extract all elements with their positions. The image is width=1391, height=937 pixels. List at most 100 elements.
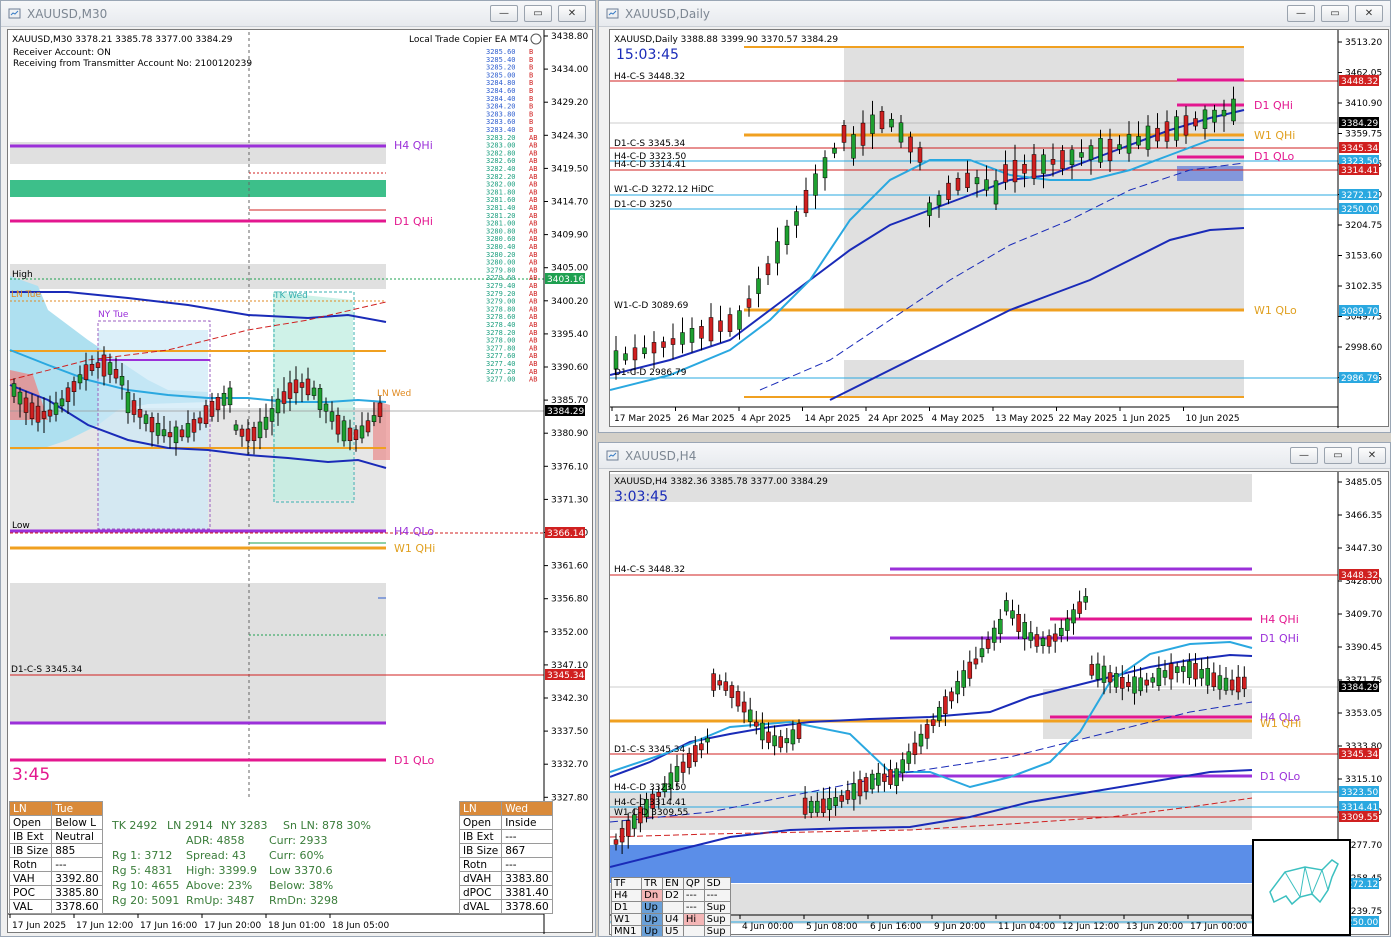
candle — [723, 681, 729, 691]
daily-titlebar[interactable]: XAUUSD,Daily — ▭ ✕ — [599, 1, 1390, 27]
price-tick: 3353.05 — [1345, 709, 1382, 719]
h4-chart[interactable]: XAUUSD,H4 3382.36 3385.78 3377.00 3384.2… — [609, 471, 1390, 936]
dom-side: B — [529, 103, 533, 111]
daily-chart[interactable]: XAUUSD,Daily 3388.88 3399.90 3370.57 338… — [609, 29, 1390, 428]
candle — [1034, 634, 1040, 647]
stat-adr: ADR: 4858 — [186, 834, 245, 847]
candle — [670, 338, 676, 345]
dom-price: 3277.20 — [486, 368, 516, 376]
m30-titlebar[interactable]: XAUUSD,M30 — ▭ ✕ — [1, 1, 595, 27]
price-tick: 3390.45 — [1345, 643, 1382, 653]
candle — [1107, 672, 1113, 683]
candle — [179, 429, 185, 438]
price-tick: 3513.20 — [1345, 38, 1382, 48]
time-tick: 17 Jun 2025 — [12, 921, 66, 931]
maximize-button[interactable]: ▭ — [524, 5, 552, 22]
time-tick: 1 Jun 2025 — [1122, 414, 1170, 424]
candle — [1012, 159, 1018, 183]
candle — [83, 364, 89, 380]
stat-rg1: Rg 1: 3712 — [112, 849, 173, 862]
close-button[interactable]: ✕ — [1358, 447, 1386, 464]
candle — [95, 362, 101, 368]
candle — [708, 317, 714, 342]
candle — [718, 320, 723, 332]
cell: U5 — [662, 925, 684, 936]
candle — [107, 362, 113, 375]
close-button[interactable]: ✕ — [558, 5, 586, 22]
candle — [293, 379, 299, 394]
h4-chart-canvas[interactable]: XAUUSD,H4 3382.36 3385.78 3377.00 3384.2… — [609, 472, 1390, 936]
candle — [53, 402, 59, 415]
time-tick: 17 Jun 12:00 — [76, 921, 133, 931]
stat-high: High: 3399.9 — [186, 864, 257, 877]
dom-side: AB — [529, 298, 537, 306]
minimize-button[interactable]: — — [1287, 5, 1315, 22]
candle — [1120, 677, 1125, 689]
candle — [955, 177, 961, 191]
m30-window[interactable]: XAUUSD,M30 — ▭ ✕ XAUUSD,M30 3378.21 3385… — [0, 0, 596, 937]
dom-price: 3280.40 — [486, 243, 516, 251]
candle — [746, 298, 752, 308]
close-button[interactable]: ✕ — [1355, 5, 1383, 22]
candle — [215, 397, 221, 411]
cell: Hi — [682, 913, 705, 926]
candle — [717, 680, 722, 686]
candle — [979, 648, 985, 658]
daily-chart-canvas[interactable]: XAUUSD,Daily 3388.88 3399.90 3370.57 338… — [609, 30, 1390, 428]
candle — [760, 722, 765, 741]
m30-chart[interactable]: XAUUSD,M30 3378.21 3385.78 3377.00 3384.… — [7, 29, 594, 934]
dom-side: B — [529, 71, 533, 79]
maximize-button[interactable]: ▭ — [1324, 447, 1352, 464]
price-tick: 3485.05 — [1345, 478, 1382, 488]
daily-window[interactable]: XAUUSD,Daily — ▭ ✕ XAUUSD,Daily 3388.88 … — [598, 0, 1391, 433]
candle — [155, 422, 161, 436]
dom-side: AB — [529, 368, 537, 376]
stat-spread: Spread: 43 — [186, 849, 246, 862]
dom-side: AB — [529, 321, 537, 329]
price-tag-text: 3448.32 — [1341, 77, 1378, 87]
candle — [377, 402, 383, 417]
price-tick: 3419.50 — [551, 164, 588, 174]
candle — [1077, 601, 1082, 614]
price-tag-text: 3384.29 — [1341, 119, 1378, 129]
price-tag-text: 3250.00 — [1341, 205, 1378, 215]
minimize-button[interactable]: — — [490, 5, 518, 22]
candle — [619, 828, 625, 843]
stat-rg5: Rg 5: 4831 — [112, 864, 173, 877]
chart-info: XAUUSD,Daily 3388.88 3399.90 3370.57 338… — [614, 35, 838, 45]
settings-icon[interactable] — [530, 33, 542, 45]
chart-window-icon — [8, 8, 21, 19]
dom-price: 3282.60 — [486, 157, 516, 165]
candle — [35, 405, 41, 423]
candle — [341, 420, 347, 442]
candle — [113, 369, 119, 379]
h4-window[interactable]: XAUUSD,H4 — ▭ ✕ XAUUSD,H4 3382.36 3385.7… — [598, 442, 1391, 937]
candle — [1083, 596, 1088, 603]
maximize-button[interactable]: ▭ — [1321, 5, 1349, 22]
candle — [851, 783, 857, 800]
price-tick: 3414.70 — [551, 198, 588, 208]
candle — [839, 795, 844, 802]
cell: 867 — [501, 843, 553, 858]
h4-titlebar[interactable]: XAUUSD,H4 — ▭ ✕ — [599, 443, 1390, 469]
candle — [77, 374, 83, 384]
candle — [1136, 136, 1141, 146]
price-tick: 3356.80 — [551, 595, 588, 605]
price-axis: 3438.80 3434.00 3429.20 3424.30 3419.50 3414.… — [544, 32, 588, 803]
w1cd-label: W1-C-D 3272.12 HiDC — [614, 185, 714, 195]
candle — [784, 738, 790, 744]
candle — [1126, 681, 1131, 687]
m30-chart-canvas[interactable]: XAUUSD,M30 3378.21 3385.78 3377.00 3384.… — [8, 30, 594, 934]
candle — [888, 769, 893, 785]
candle — [946, 182, 951, 200]
ny-tue-label: NY Tue — [98, 310, 129, 320]
ln-tue-label: LN Tue — [11, 290, 41, 300]
candle — [209, 400, 215, 417]
candle — [1235, 676, 1241, 693]
cell: VAL — [8, 899, 53, 914]
candle — [1168, 663, 1174, 680]
minimize-button[interactable]: — — [1290, 447, 1318, 464]
candle — [89, 364, 95, 371]
time-tick: 17 Jun 20:00 — [204, 921, 261, 931]
price-tick: 3438.80 — [551, 32, 588, 42]
